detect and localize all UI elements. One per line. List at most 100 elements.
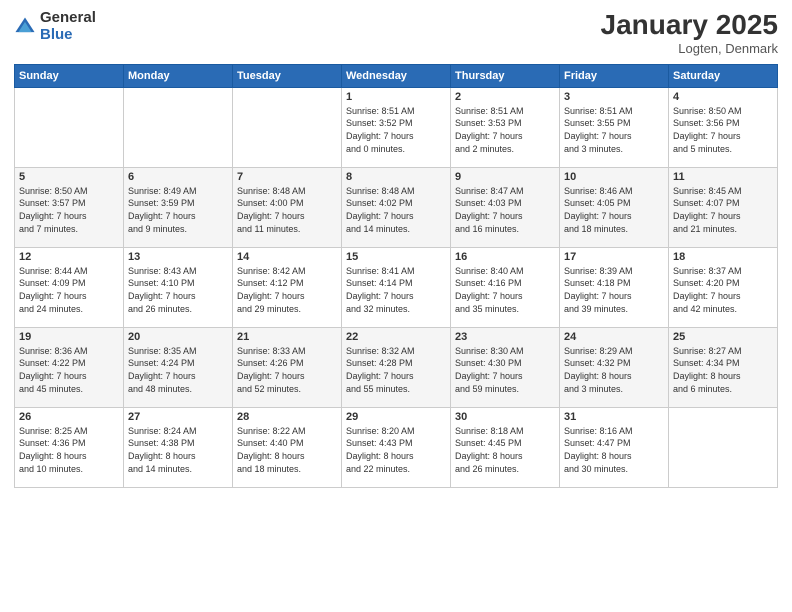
calendar-header-saturday: Saturday [669,64,778,87]
day-number: 28 [237,411,337,423]
calendar-cell: 2 Sunrise: 8:51 AM Sunset: 3:53 PM Daylig… [451,87,560,167]
day-number: 1 [346,91,446,103]
day-info: Sunrise: 8:49 AM Sunset: 3:59 PM Dayligh… [128,185,228,235]
day-info: Sunrise: 8:41 AM Sunset: 4:14 PM Dayligh… [346,265,446,315]
day-info: Sunrise: 8:39 AM Sunset: 4:18 PM Dayligh… [564,265,664,315]
logo-icon [14,16,36,38]
day-number: 14 [237,251,337,263]
calendar-cell: 11Sunrise: 8:45 AM Sunset: 4:07 PM Dayli… [669,167,778,247]
calendar-cell: 10Sunrise: 8:46 AM Sunset: 4:05 PM Dayli… [560,167,669,247]
day-info: Sunrise: 8:24 AM Sunset: 4:38 PM Dayligh… [128,425,228,475]
calendar-cell: 22 Sunrise: 8:32 AM Sunset: 4:28 PM Dayli… [342,327,451,407]
day-info: Sunrise: 8:48 AM Sunset: 4:02 PM Dayligh… [346,185,446,235]
day-number: 22 [346,331,446,343]
calendar-cell: 26 Sunrise: 8:25 AM Sunset: 4:36 PM Dayli… [15,407,124,487]
day-number: 5 [19,171,119,183]
calendar-header-sunday: Sunday [15,64,124,87]
day-number: 24 [564,331,664,343]
calendar-cell [124,87,233,167]
calendar-week-row: 1Sunrise: 8:51 AM Sunset: 3:52 PM Daylig… [15,87,778,167]
day-info: Sunrise: 8:35 AM Sunset: 4:24 PM Dayligh… [128,345,228,395]
page: General Blue January 2025 Logten, Denmar… [0,0,792,612]
day-number: 26 [19,411,119,423]
calendar-cell: 19Sunrise: 8:36 AM Sunset: 4:22 PM Dayli… [15,327,124,407]
calendar-cell: 6 Sunrise: 8:49 AM Sunset: 3:59 PM Daylig… [124,167,233,247]
day-info: Sunrise: 8:30 AM Sunset: 4:30 PM Dayligh… [455,345,555,395]
day-info: Sunrise: 8:43 AM Sunset: 4:10 PM Dayligh… [128,265,228,315]
day-info: Sunrise: 8:36 AM Sunset: 4:22 PM Dayligh… [19,345,119,395]
calendar-cell: 27 Sunrise: 8:24 AM Sunset: 4:38 PM Dayli… [124,407,233,487]
day-info: Sunrise: 8:45 AM Sunset: 4:07 PM Dayligh… [673,185,773,235]
day-number: 7 [237,171,337,183]
day-info: Sunrise: 8:44 AM Sunset: 4:09 PM Dayligh… [19,265,119,315]
header: General Blue January 2025 Logten, Denmar… [14,10,778,56]
day-info: Sunrise: 8:20 AM Sunset: 4:43 PM Dayligh… [346,425,446,475]
calendar-cell: 25Sunrise: 8:27 AM Sunset: 4:34 PM Dayli… [669,327,778,407]
day-info: Sunrise: 8:51 AM Sunset: 3:55 PM Dayligh… [564,105,664,155]
day-info: Sunrise: 8:16 AM Sunset: 4:47 PM Dayligh… [564,425,664,475]
calendar-cell: 30 Sunrise: 8:18 AM Sunset: 4:45 PM Dayli… [451,407,560,487]
calendar: SundayMondayTuesdayWednesdayThursdayFrid… [14,64,778,488]
day-number: 6 [128,171,228,183]
day-info: Sunrise: 8:42 AM Sunset: 4:12 PM Dayligh… [237,265,337,315]
calendar-cell: 31 Sunrise: 8:16 AM Sunset: 4:47 PM Dayli… [560,407,669,487]
calendar-cell: 13Sunrise: 8:43 AM Sunset: 4:10 PM Dayli… [124,247,233,327]
day-number: 10 [564,171,664,183]
day-info: Sunrise: 8:25 AM Sunset: 4:36 PM Dayligh… [19,425,119,475]
day-info: Sunrise: 8:22 AM Sunset: 4:40 PM Dayligh… [237,425,337,475]
calendar-cell: 29 Sunrise: 8:20 AM Sunset: 4:43 PM Dayli… [342,407,451,487]
day-number: 3 [564,91,664,103]
calendar-cell [233,87,342,167]
calendar-cell: 24 Sunrise: 8:29 AM Sunset: 4:32 PM Dayli… [560,327,669,407]
day-number: 9 [455,171,555,183]
calendar-week-row: 19Sunrise: 8:36 AM Sunset: 4:22 PM Dayli… [15,327,778,407]
calendar-cell: 4 Sunrise: 8:50 AM Sunset: 3:56 PM Daylig… [669,87,778,167]
calendar-cell: 9 Sunrise: 8:47 AM Sunset: 4:03 PM Daylig… [451,167,560,247]
day-info: Sunrise: 8:18 AM Sunset: 4:45 PM Dayligh… [455,425,555,475]
calendar-cell: 8 Sunrise: 8:48 AM Sunset: 4:02 PM Daylig… [342,167,451,247]
calendar-cell: 5 Sunrise: 8:50 AM Sunset: 3:57 PM Daylig… [15,167,124,247]
day-number: 20 [128,331,228,343]
calendar-cell: 18 Sunrise: 8:37 AM Sunset: 4:20 PM Dayli… [669,247,778,327]
calendar-cell [15,87,124,167]
calendar-header-friday: Friday [560,64,669,87]
day-info: Sunrise: 8:32 AM Sunset: 4:28 PM Dayligh… [346,345,446,395]
calendar-header-wednesday: Wednesday [342,64,451,87]
logo-text: General Blue [40,10,96,43]
calendar-header-tuesday: Tuesday [233,64,342,87]
calendar-header-row: SundayMondayTuesdayWednesdayThursdayFrid… [15,64,778,87]
calendar-cell: 3 Sunrise: 8:51 AM Sunset: 3:55 PM Daylig… [560,87,669,167]
day-number: 29 [346,411,446,423]
day-number: 15 [346,251,446,263]
day-info: Sunrise: 8:47 AM Sunset: 4:03 PM Dayligh… [455,185,555,235]
calendar-cell: 17 Sunrise: 8:39 AM Sunset: 4:18 PM Dayli… [560,247,669,327]
calendar-cell: 16Sunrise: 8:40 AM Sunset: 4:16 PM Dayli… [451,247,560,327]
day-info: Sunrise: 8:29 AM Sunset: 4:32 PM Dayligh… [564,345,664,395]
day-number: 18 [673,251,773,263]
calendar-header-monday: Monday [124,64,233,87]
logo-general: General [40,10,96,27]
calendar-cell: 1Sunrise: 8:51 AM Sunset: 3:52 PM Daylig… [342,87,451,167]
logo: General Blue [14,10,96,43]
day-info: Sunrise: 8:50 AM Sunset: 3:57 PM Dayligh… [19,185,119,235]
day-number: 30 [455,411,555,423]
day-number: 12 [19,251,119,263]
day-number: 16 [455,251,555,263]
calendar-cell: 21Sunrise: 8:33 AM Sunset: 4:26 PM Dayli… [233,327,342,407]
day-number: 4 [673,91,773,103]
calendar-cell: 20 Sunrise: 8:35 AM Sunset: 4:24 PM Dayli… [124,327,233,407]
calendar-header-thursday: Thursday [451,64,560,87]
day-info: Sunrise: 8:37 AM Sunset: 4:20 PM Dayligh… [673,265,773,315]
day-info: Sunrise: 8:50 AM Sunset: 3:56 PM Dayligh… [673,105,773,155]
main-title: January 2025 [601,10,778,41]
day-number: 23 [455,331,555,343]
calendar-cell: 7Sunrise: 8:48 AM Sunset: 4:00 PM Daylig… [233,167,342,247]
day-number: 31 [564,411,664,423]
day-number: 17 [564,251,664,263]
day-number: 27 [128,411,228,423]
day-number: 8 [346,171,446,183]
title-area: January 2025 Logten, Denmark [601,10,778,56]
day-info: Sunrise: 8:51 AM Sunset: 3:53 PM Dayligh… [455,105,555,155]
calendar-week-row: 26 Sunrise: 8:25 AM Sunset: 4:36 PM Dayli… [15,407,778,487]
day-number: 2 [455,91,555,103]
